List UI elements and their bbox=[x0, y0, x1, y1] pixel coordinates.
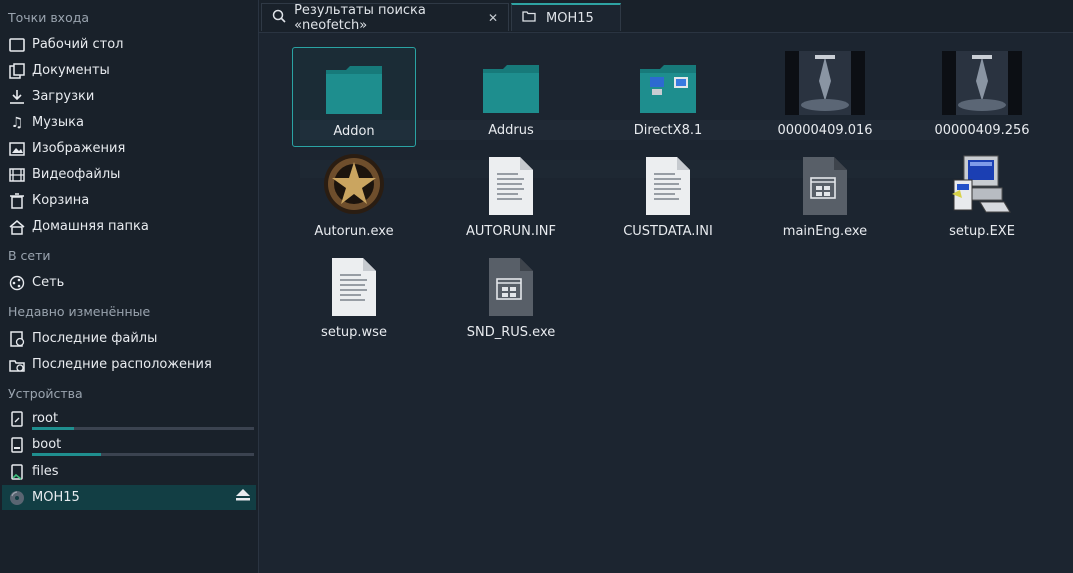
sidebar-item-label: Загрузки bbox=[32, 89, 95, 104]
network-icon bbox=[8, 274, 26, 292]
text-document-icon bbox=[646, 157, 690, 215]
tab-label: MOH15 bbox=[546, 10, 594, 26]
videos-icon bbox=[8, 166, 26, 184]
close-icon[interactable]: ✕ bbox=[488, 11, 498, 25]
file-name: Addrus bbox=[488, 123, 534, 138]
sidebar-item-label: Изображения bbox=[32, 141, 126, 156]
text-document-icon bbox=[489, 157, 533, 215]
folder-icon bbox=[483, 65, 539, 113]
file-item-setup-wse[interactable]: setup.wse bbox=[292, 249, 416, 349]
home-icon bbox=[8, 218, 26, 236]
file-item-snd-rus-exe[interactable]: SND_RUS.exe bbox=[449, 249, 573, 349]
sidebar-item-music[interactable]: ♫ Музыка bbox=[2, 110, 256, 135]
sidebar-item-label: Корзина bbox=[32, 193, 90, 208]
tab-moh15[interactable]: MOH15 bbox=[511, 3, 621, 31]
optical-disc-icon bbox=[8, 489, 26, 507]
sidebar-item-trash[interactable]: Корзина bbox=[2, 188, 256, 213]
desktop-icon bbox=[8, 36, 26, 54]
sidebar-item-label: Видеофайлы bbox=[32, 167, 121, 182]
file-item-00000409-256[interactable]: 00000409.256 bbox=[920, 47, 1044, 147]
file-item-autorun-inf[interactable]: AUTORUN.INF bbox=[449, 148, 573, 248]
trash-icon bbox=[8, 192, 26, 210]
tab-label: Результаты поиска «neofetch» bbox=[294, 2, 426, 33]
pictures-icon bbox=[8, 140, 26, 158]
sidebar-item-desktop[interactable]: Рабочий стол bbox=[2, 32, 256, 57]
file-item-setup-exe[interactable]: setup.EXE bbox=[920, 148, 1044, 248]
file-name: 00000409.016 bbox=[777, 123, 873, 138]
file-name: DirectX8.1 bbox=[633, 123, 703, 138]
downloads-icon bbox=[8, 88, 26, 106]
sidebar-item-home[interactable]: Домашняя папка bbox=[2, 214, 256, 239]
music-icon: ♫ bbox=[10, 114, 24, 131]
file-item-autorun-exe[interactable]: Autorun.exe bbox=[292, 148, 416, 248]
tab-search-results[interactable]: Результаты поиска «neofetch» ✕ bbox=[261, 2, 509, 33]
file-item-addrus[interactable]: Addrus bbox=[449, 47, 573, 147]
sidebar-item-label: Музыка bbox=[32, 115, 84, 130]
file-name: mainEng.exe bbox=[782, 224, 868, 239]
sidebar-item-label: Последние файлы bbox=[32, 331, 158, 346]
sidebar-item-label: Документы bbox=[32, 63, 110, 78]
sidebar-item-moh15[interactable]: MOH15 bbox=[2, 485, 256, 510]
sidebar-item-downloads[interactable]: Загрузки bbox=[2, 84, 256, 109]
file-item-00000409-016[interactable]: 00000409.016 bbox=[763, 47, 887, 147]
medal-emblem-icon bbox=[324, 154, 384, 214]
recent-files-icon bbox=[8, 330, 26, 348]
folder-icon bbox=[640, 65, 696, 113]
file-name: Autorun.exe bbox=[314, 224, 394, 239]
sidebar-item-label: root bbox=[32, 411, 59, 426]
sidebar-item-label: boot bbox=[32, 437, 62, 452]
executable-icon bbox=[489, 258, 533, 316]
sidebar-item-label: files bbox=[32, 464, 59, 479]
sidebar-item-recent-files[interactable]: Последние файлы bbox=[2, 326, 256, 351]
folder-icon bbox=[522, 10, 538, 26]
file-grid: Addon Addrus DirectX8.1 00000409.016 000… bbox=[259, 33, 1073, 573]
folder-icon bbox=[326, 66, 382, 114]
file-name: Addon bbox=[333, 124, 375, 139]
sidebar-item-label: Рабочий стол bbox=[32, 37, 124, 52]
file-name: setup.wse bbox=[321, 325, 387, 340]
drive-icon bbox=[8, 436, 26, 454]
executable-icon bbox=[803, 157, 847, 215]
file-name: SND_RUS.exe bbox=[466, 325, 556, 340]
sidebar-item-pictures[interactable]: Изображения bbox=[2, 136, 256, 161]
sidebar-item-label: Сеть bbox=[32, 275, 65, 290]
boot-usage-bar bbox=[32, 453, 254, 456]
sidebar-item-documents[interactable]: Документы bbox=[2, 58, 256, 83]
places-section-title: Точки входа bbox=[8, 10, 90, 25]
sidebar-item-label: Домашняя папка bbox=[32, 219, 149, 234]
medal-of-honor-thumbnail bbox=[942, 51, 1022, 115]
file-item-custdata-ini[interactable]: CUSTDATA.INI bbox=[606, 148, 730, 248]
file-item-directx[interactable]: DirectX8.1 bbox=[606, 47, 730, 147]
tab-bar: Результаты поиска «neofetch» ✕ MOH15 bbox=[259, 0, 1073, 33]
drive-icon bbox=[8, 463, 26, 481]
root-usage-bar bbox=[32, 427, 254, 430]
file-item-maineng-exe[interactable]: mainEng.exe bbox=[763, 148, 887, 248]
setup-installer-icon bbox=[952, 155, 1011, 213]
sidebar-item-recent-locations[interactable]: Последние расположения bbox=[2, 352, 256, 377]
text-document-icon bbox=[332, 258, 376, 316]
file-item-addon[interactable]: Addon bbox=[292, 47, 416, 147]
eject-icon[interactable] bbox=[236, 489, 250, 504]
file-name: CUSTDATA.INI bbox=[623, 224, 713, 239]
drive-icon bbox=[8, 410, 26, 428]
sidebar-item-videos[interactable]: Видеофайлы bbox=[2, 162, 256, 187]
sidebar-item-label: MOH15 bbox=[32, 490, 80, 505]
medal-of-honor-thumbnail bbox=[785, 51, 865, 115]
file-name: AUTORUN.INF bbox=[465, 224, 557, 239]
network-section-title: В сети bbox=[8, 248, 51, 263]
file-name: setup.EXE bbox=[949, 224, 1015, 239]
recent-section-title: Недавно изменённые bbox=[8, 304, 151, 319]
places-sidebar: Точки входа Рабочий стол Документы Загру… bbox=[0, 0, 259, 573]
sidebar-item-files[interactable]: files bbox=[2, 459, 256, 484]
documents-icon bbox=[8, 62, 26, 80]
sidebar-item-network[interactable]: Сеть bbox=[2, 270, 256, 295]
sidebar-item-label: Последние расположения bbox=[32, 357, 212, 372]
devices-section-title: Устройства bbox=[8, 386, 83, 401]
search-icon bbox=[272, 9, 286, 27]
file-name: 00000409.256 bbox=[934, 123, 1030, 138]
recent-locations-icon bbox=[8, 356, 26, 374]
